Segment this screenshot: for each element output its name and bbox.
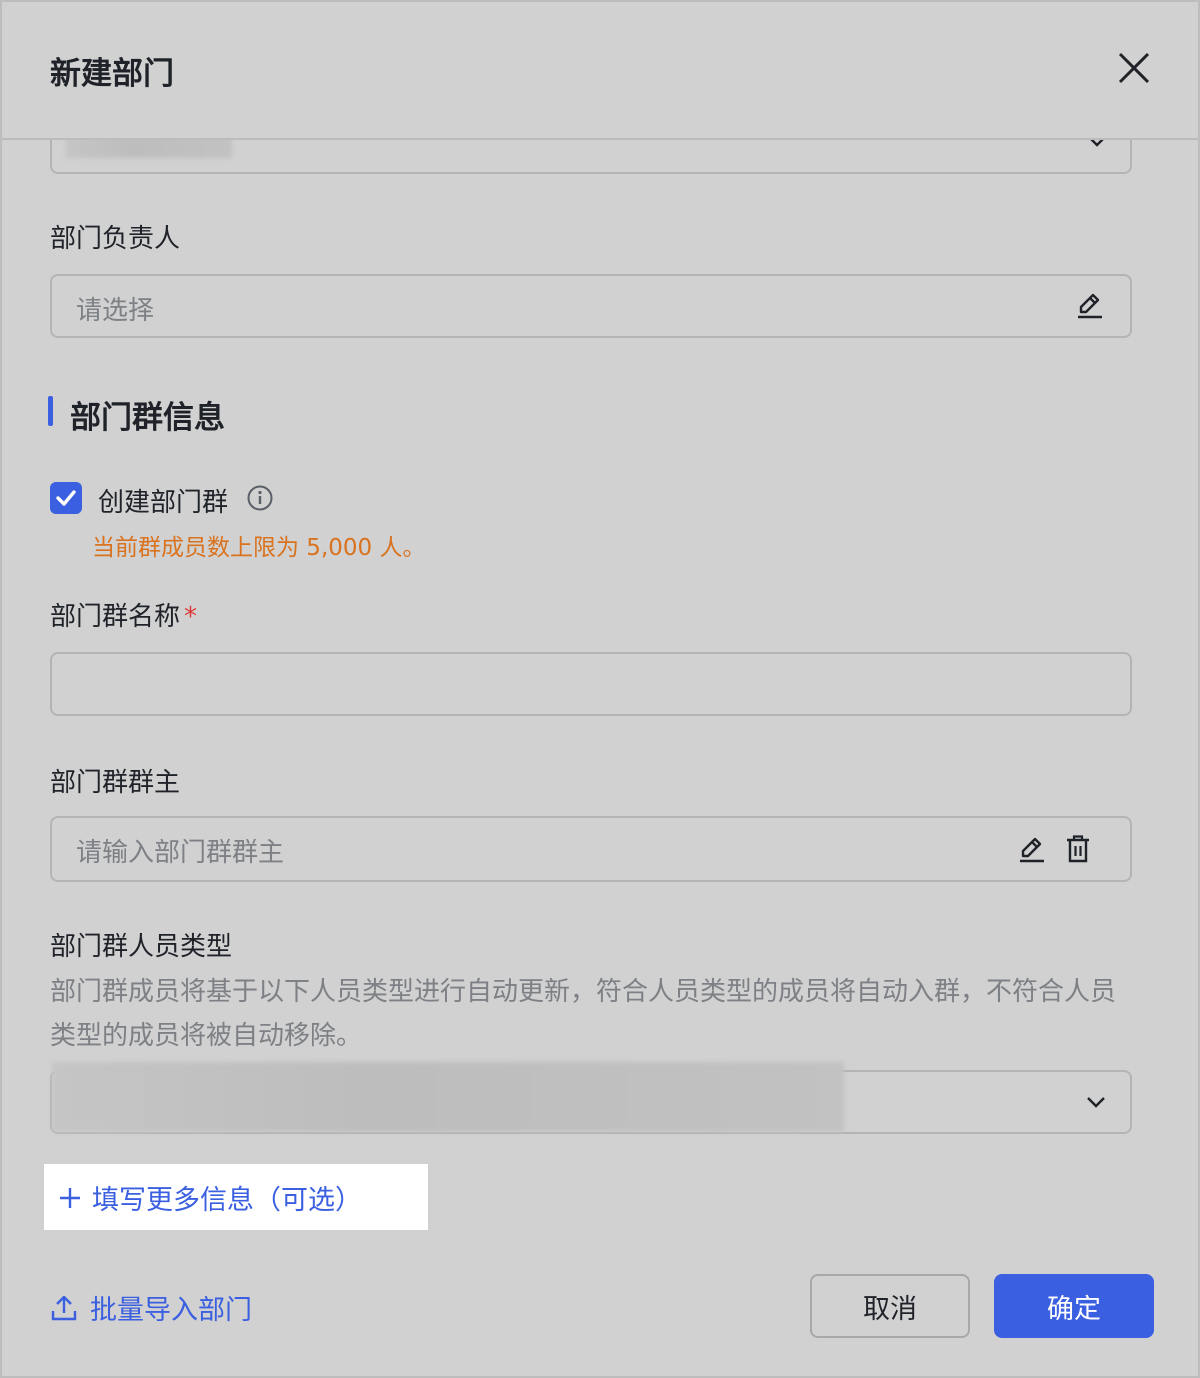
group-owner-placeholder: 请输入部门群群主 xyxy=(76,838,285,868)
dialog-header: 新建部门 xyxy=(2,2,1198,140)
member-limit-hint: 当前群成员数上限为 5,000 人。 xyxy=(92,535,426,561)
trash-icon[interactable] xyxy=(1064,834,1092,864)
required-mark: * xyxy=(184,602,198,632)
group-owner-input[interactable]: 请输入部门群群主 xyxy=(50,816,1132,882)
dialog-title: 新建部门 xyxy=(50,56,174,92)
group-name-input[interactable] xyxy=(50,652,1132,716)
member-type-description: 部门群成员将基于以下人员类型进行自动更新，符合人员类型的成员将自动入群，不符合人… xyxy=(50,977,1117,1051)
create-group-label: 创建部门群 xyxy=(98,488,229,518)
manager-placeholder: 请选择 xyxy=(76,296,155,326)
group-owner-label: 部门群群主 xyxy=(50,768,181,798)
plus-icon xyxy=(60,1187,80,1208)
checkmark-icon xyxy=(56,490,76,506)
batch-import-label: 批量导入部门 xyxy=(90,1295,252,1326)
manager-picker[interactable]: 请选择 xyxy=(50,274,1132,338)
cancel-button[interactable]: 取消 xyxy=(810,1274,970,1338)
group-section-title: 部门群信息 xyxy=(70,400,225,436)
manager-label: 部门负责人 xyxy=(50,224,181,254)
member-type-label: 部门群人员类型 xyxy=(50,932,233,962)
edit-icon[interactable] xyxy=(1076,292,1104,320)
chevron-down-icon xyxy=(1087,1097,1105,1108)
more-info-link[interactable]: 填写更多信息（可选） xyxy=(58,1178,362,1217)
section-accent-bar xyxy=(48,396,53,426)
create-group-checkbox[interactable] xyxy=(50,482,82,514)
batch-import-link[interactable]: 批量导入部门 xyxy=(50,1288,252,1327)
new-department-dialog: 部门负责人 请选择 部门群信息 创建部门群 当前群成员数上限为 5,000 人。 xyxy=(0,0,1200,1378)
dialog-body: 部门负责人 请选择 部门群信息 创建部门群 当前群成员数上限为 5,000 人。 xyxy=(2,2,1198,1376)
group-name-label-text: 部门群名称 xyxy=(50,602,181,632)
group-name-label: 部门群名称 * xyxy=(50,596,197,633)
edit-icon[interactable] xyxy=(1018,836,1046,864)
more-info-label: 填写更多信息（可选） xyxy=(92,1185,362,1216)
close-icon[interactable] xyxy=(1112,46,1156,90)
info-icon[interactable] xyxy=(246,484,274,512)
upload-icon xyxy=(51,1295,77,1320)
confirm-button[interactable]: 确定 xyxy=(994,1274,1154,1338)
redacted-selection xyxy=(52,1062,844,1132)
